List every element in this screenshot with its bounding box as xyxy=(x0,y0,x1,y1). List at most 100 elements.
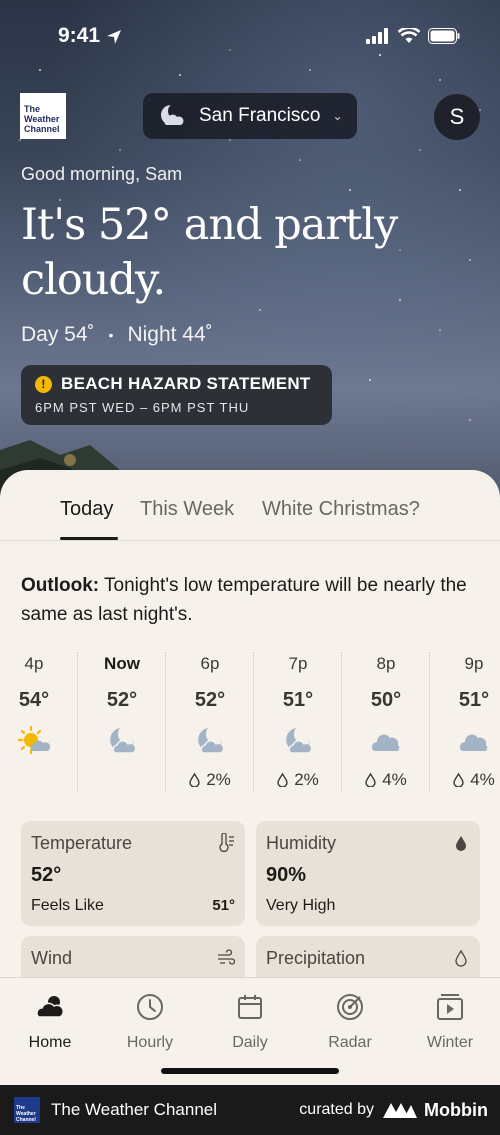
raindrop-icon xyxy=(277,773,288,787)
footer-brand: The Weather Channel xyxy=(51,1100,218,1119)
hour-time: 8p xyxy=(376,654,396,673)
moon-cloud-icon xyxy=(110,728,137,754)
weather-channel-logo[interactable]: The Weather Channel xyxy=(20,93,66,139)
hour-precip: 4% xyxy=(430,770,500,790)
card-value: 52° xyxy=(31,864,62,886)
hour-time: 6p xyxy=(200,654,220,673)
hourly-forecast[interactable]: 4p 54° Now 52° 6p 52° 2% 7p 51° 2% 8p 50… xyxy=(0,648,500,798)
hour-temp: 52° xyxy=(106,689,138,711)
nav-label: Radar xyxy=(328,1034,372,1051)
battery-icon xyxy=(428,28,460,44)
mobbin-label: Mobbin xyxy=(424,1099,488,1120)
humidity-card[interactable]: Humidity 90% Very High xyxy=(256,821,480,926)
nav-radar[interactable]: Radar xyxy=(300,992,400,1052)
tab-this-week[interactable]: This Week xyxy=(140,498,234,521)
nav-winter[interactable]: Winter xyxy=(400,992,500,1052)
hour-precip: 2% xyxy=(166,770,254,790)
mobbin-icon xyxy=(383,1103,418,1118)
sun-cloud-icon xyxy=(17,725,51,755)
hour-time: Now xyxy=(104,654,140,673)
mobbin-logo: Mobbin xyxy=(382,1100,488,1121)
nav-label: Winter xyxy=(426,1034,474,1051)
hour-column: 8p 50° 4% xyxy=(342,648,430,798)
card-title: Temperature xyxy=(31,833,133,853)
video-play-icon xyxy=(437,994,463,1020)
separator-dot: • xyxy=(108,327,114,343)
weather-alert-banner[interactable]: ! BEACH HAZARD STATEMENT 6PM PST WED – 6… xyxy=(21,365,332,425)
home-indicator xyxy=(161,1068,339,1074)
tab-today[interactable]: Today xyxy=(60,498,113,521)
bottom-nav: Home Hourly Daily Radar Winter xyxy=(0,977,500,1085)
location-name: San Francisco xyxy=(199,105,321,126)
moon-cloud-icon xyxy=(286,728,313,754)
day-temp: Day 54˚ xyxy=(21,323,95,346)
card-title: Humidity xyxy=(266,833,337,853)
nav-label: Daily xyxy=(232,1034,268,1051)
tab-bar: Today This Week White Christmas? xyxy=(0,470,500,541)
page-title: It's 52° and partly cloudy. xyxy=(21,200,398,305)
humidity-level: Very High xyxy=(266,897,336,914)
location-arrow-icon xyxy=(107,30,121,44)
curated-by-label: curated by xyxy=(299,1101,375,1118)
clock-icon xyxy=(137,994,163,1020)
location-selector[interactable]: San Francisco ⌄ xyxy=(143,93,357,139)
hour-precip: 2% xyxy=(254,770,342,790)
attribution-footer: The Weather Channel The Weather Channel cu… xyxy=(0,1085,500,1135)
drop-icon xyxy=(456,836,466,851)
temperature-card[interactable]: Temperature 52° Feels Like 51° xyxy=(21,821,245,926)
raindrop-icon xyxy=(455,949,467,967)
cloud-icon xyxy=(460,734,488,751)
hour-temp: 52° xyxy=(194,689,226,711)
raindrop-icon xyxy=(453,773,464,787)
outlook-text: Outlook: Tonight's low temperature will … xyxy=(21,571,481,629)
feels-like-label: Feels Like xyxy=(31,897,104,914)
card-value: 90% xyxy=(266,864,307,886)
nav-hourly[interactable]: Hourly xyxy=(100,992,200,1052)
hour-column: 6p 52° 2% xyxy=(166,648,254,798)
status-time: 9:41 xyxy=(58,24,101,47)
tab-white-christmas[interactable]: White Christmas? xyxy=(262,498,420,521)
wifi-icon xyxy=(398,28,420,43)
hour-column: 4p 54° xyxy=(0,648,78,798)
raindrop-icon xyxy=(365,773,376,787)
radar-icon xyxy=(337,994,363,1020)
hour-column: 7p 51° 2% xyxy=(254,648,342,798)
moon-cloud-icon xyxy=(161,103,184,125)
nav-home[interactable]: Home xyxy=(0,992,100,1052)
wind-icon xyxy=(218,949,235,965)
nav-daily[interactable]: Daily xyxy=(200,992,300,1052)
hour-temp: 54° xyxy=(18,689,50,711)
hour-time: 4p xyxy=(24,654,44,673)
night-temp: Night 44˚ xyxy=(127,323,213,346)
outlook-label: Outlook: xyxy=(21,575,100,596)
feels-like-value: 51° xyxy=(212,897,235,914)
warning-icon: ! xyxy=(35,375,52,393)
hour-column: 9p 51° 4% xyxy=(430,648,500,798)
hour-temp: 51° xyxy=(458,689,490,711)
chevron-down-icon: ⌄ xyxy=(332,109,343,123)
tab-underline xyxy=(60,537,118,540)
avatar[interactable]: S xyxy=(434,94,480,140)
cellular-signal-icon xyxy=(366,28,388,44)
greeting: Good morning, Sam xyxy=(21,164,183,184)
hour-temp: 51° xyxy=(282,689,314,711)
alert-time: 6PM PST WED – 6PM PST THU xyxy=(35,400,250,415)
hour-column: Now 52° xyxy=(78,648,166,798)
card-title: Wind xyxy=(31,948,73,968)
weather-channel-small-logo: The Weather Channel xyxy=(14,1097,40,1123)
alert-title: BEACH HAZARD STATEMENT xyxy=(61,374,311,393)
day-night-temps: Day 54˚ • Night 44˚ xyxy=(21,323,213,347)
calendar-icon xyxy=(238,995,262,1019)
status-bar: 9:41 xyxy=(0,20,500,56)
thermometer-icon xyxy=(219,833,234,853)
hour-temp: 50° xyxy=(370,689,402,711)
hour-precip: 4% xyxy=(342,770,430,790)
cloud-icon xyxy=(372,734,400,751)
card-title: Precipitation xyxy=(266,948,366,968)
nav-label: Home xyxy=(28,1034,72,1051)
raindrop-icon xyxy=(189,773,200,787)
moon-cloud-icon xyxy=(198,728,225,754)
home-weather-icon xyxy=(36,996,64,1018)
hour-time: 9p xyxy=(464,654,484,673)
nav-label: Hourly xyxy=(126,1034,174,1051)
